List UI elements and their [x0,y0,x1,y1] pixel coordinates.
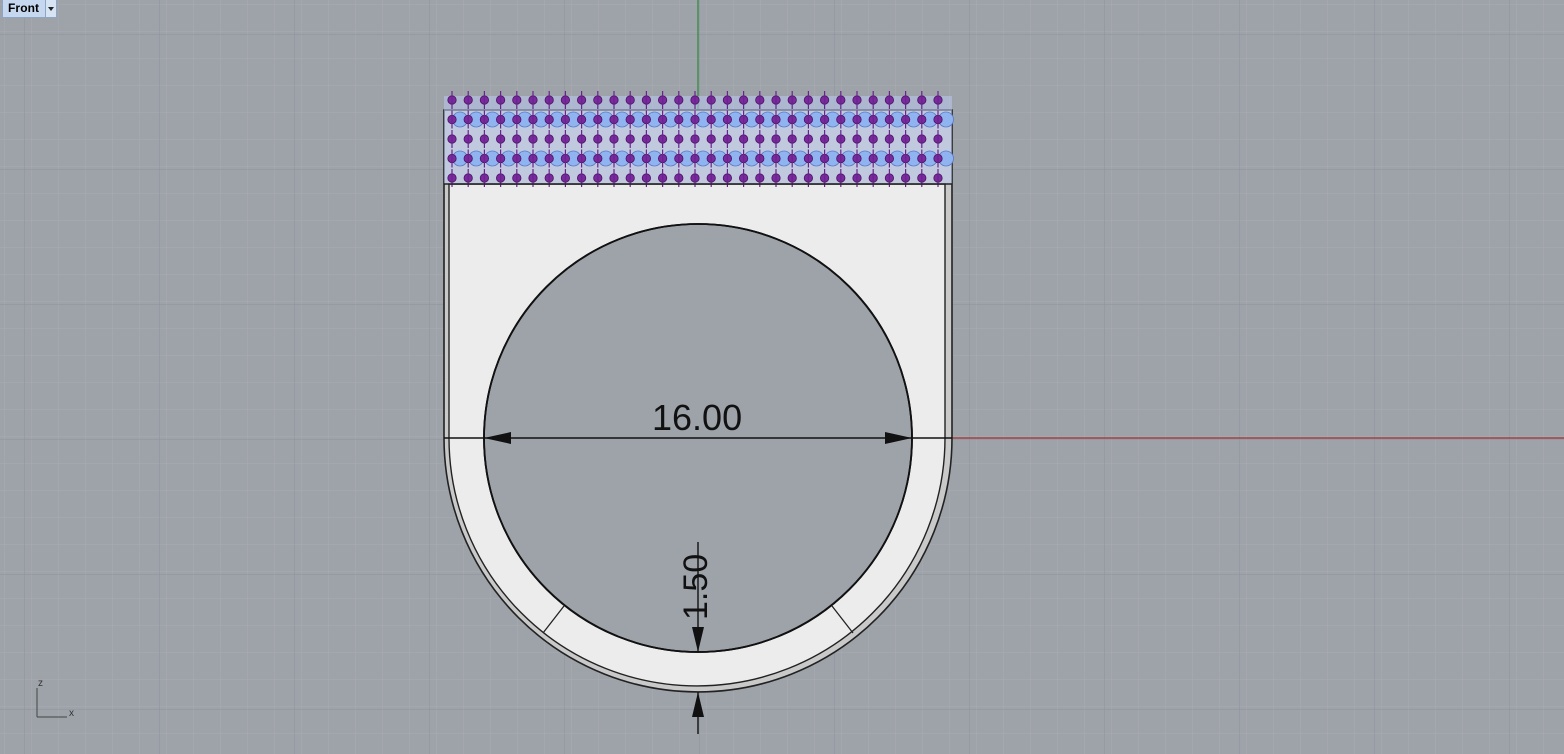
axis-triad-icon: z x [34,678,80,722]
viewport-title-tab[interactable]: Front [2,0,58,18]
axis-x-label: x [69,708,74,719]
stone-band [444,91,954,187]
viewport-canvas[interactable] [0,0,1564,754]
chevron-down-icon[interactable] [45,0,57,17]
thickness-label: 1.50 [677,553,715,620]
axis-z-label: z [38,678,43,689]
diameter-label: 16.00 [652,397,743,438]
viewport-name[interactable]: Front [3,0,45,17]
front-viewport[interactable]: 16.00 1.50 Front z x [0,0,1564,754]
